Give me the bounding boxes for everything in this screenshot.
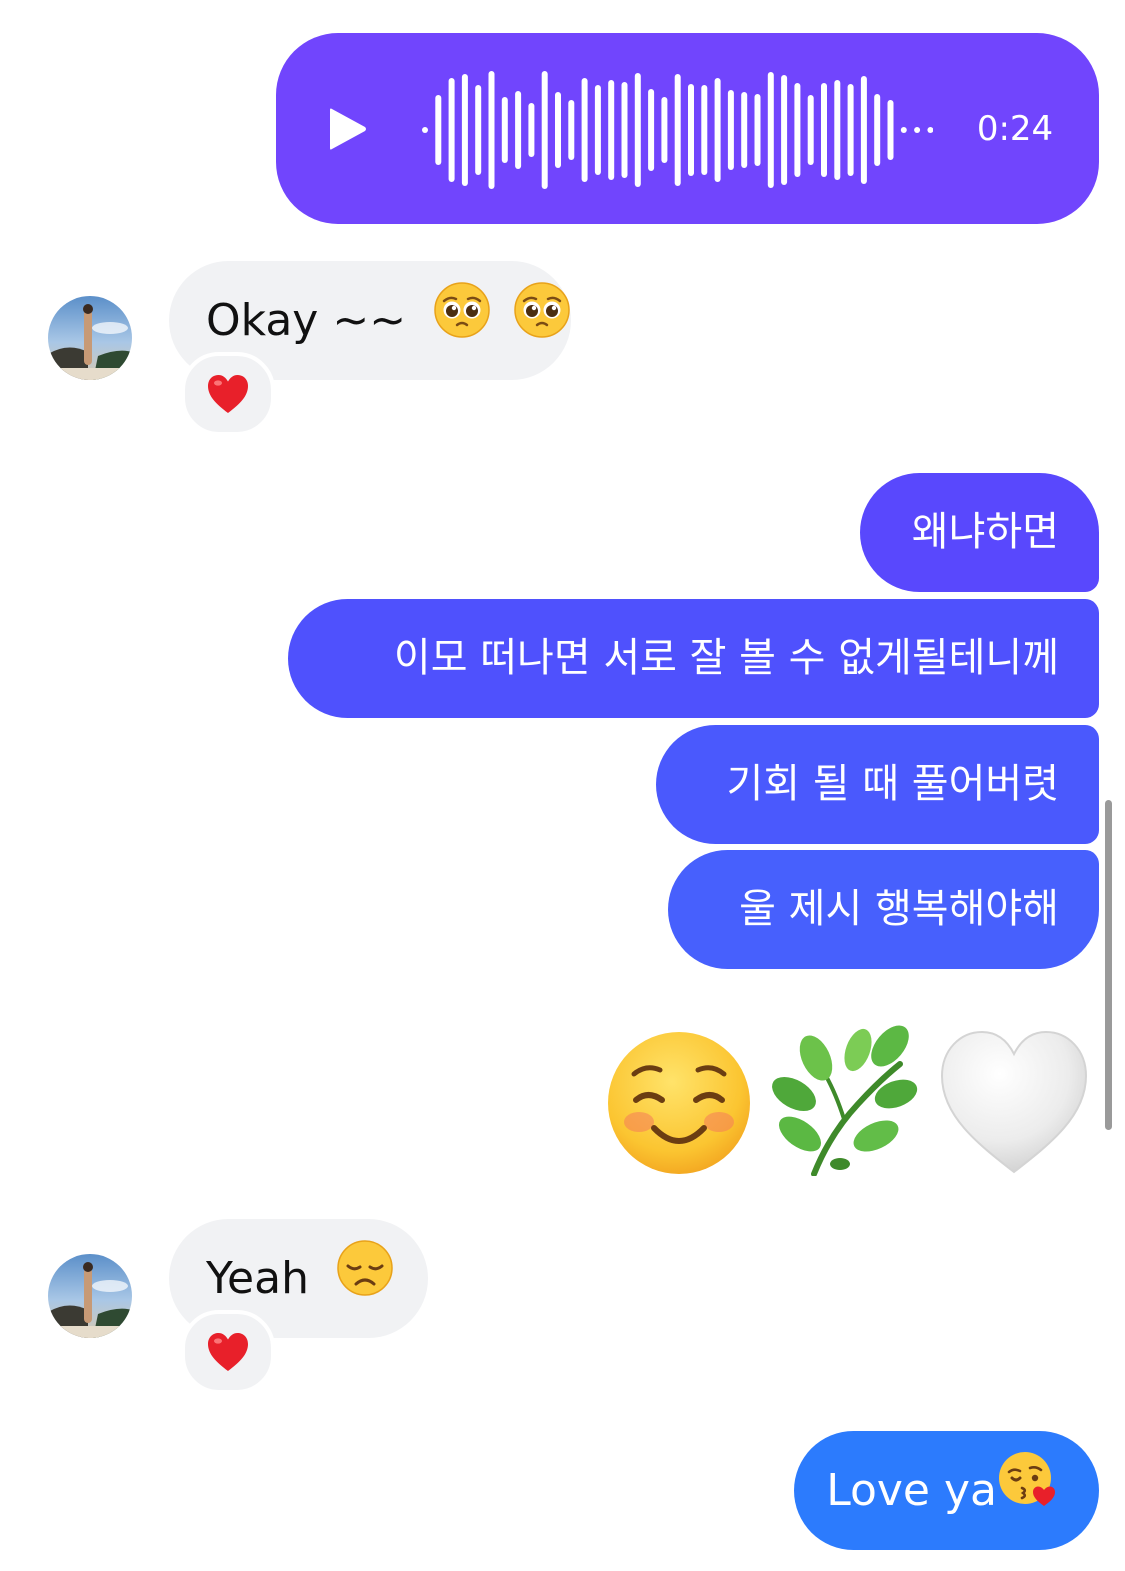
waveform-bar (461, 74, 468, 186)
white-heart-icon[interactable] (938, 1028, 1090, 1176)
waveform-bar (754, 94, 761, 166)
waveform-bar (794, 83, 801, 177)
waveform-bar (688, 84, 694, 176)
message-bubble-outgoing[interactable]: 울 제시 행복해야해 (668, 850, 1099, 969)
message-bubble-outgoing[interactable]: 이모 떠나면 서로 잘 볼 수 없게될테니께 (288, 599, 1099, 718)
waveform-bar (581, 78, 588, 182)
waveform-bar (422, 127, 428, 133)
message-bubble-outgoing[interactable]: 왜냐하면 (860, 473, 1099, 592)
pleading-face-icon (514, 264, 570, 383)
waveform-bar (887, 100, 894, 160)
waveform-bar (767, 72, 774, 188)
message-text: Okay ~~ (206, 295, 407, 346)
waveform-bar (541, 71, 548, 189)
waveform-bar (594, 85, 601, 175)
waveform-bar (900, 127, 907, 133)
reaction-badge[interactable] (181, 1310, 275, 1394)
message-text: 울 제시 행복해야해 (739, 886, 1059, 932)
avatar-photo (48, 1254, 132, 1338)
face-blowing-kiss-icon (997, 1434, 1055, 1553)
scrollbar[interactable] (1105, 800, 1112, 1130)
waveform-bar (515, 91, 522, 169)
avatar[interactable] (48, 1254, 132, 1338)
voice-duration: 0:24 (976, 109, 1054, 149)
waveform-bar (860, 76, 867, 184)
waveform-bar (701, 85, 708, 175)
waveform-bar (568, 100, 575, 160)
message-text: 기회 될 때 풀어버렷 (726, 761, 1059, 807)
waveform-bar (555, 92, 561, 168)
smiling-face-icon[interactable] (606, 1030, 752, 1176)
reaction-badge[interactable] (181, 352, 275, 436)
waveform-bar (488, 71, 495, 189)
message-text: 이모 떠나면 서로 잘 볼 수 없게될테니께 (393, 635, 1059, 681)
waveform-bar (874, 94, 881, 166)
waveform-bar (834, 80, 841, 180)
red-heart-icon (208, 1333, 248, 1371)
waveform-bar (714, 78, 721, 182)
waveform-bar (648, 89, 655, 171)
play-icon[interactable] (328, 106, 368, 152)
waveform-bar (475, 85, 482, 175)
message-text: Yeah (206, 1253, 309, 1304)
waveform-bar (847, 84, 854, 176)
message-bubble-outgoing[interactable]: 기회 될 때 풀어버렷 (656, 725, 1099, 844)
waveform-bar (448, 78, 455, 182)
message-text: Love ya (826, 1465, 997, 1516)
avatar[interactable] (48, 296, 132, 380)
waveform-bar (608, 80, 615, 180)
waveform-bar (501, 97, 508, 163)
waveform-bar (727, 90, 734, 170)
herb-icon[interactable] (772, 1024, 920, 1177)
audio-waveform (422, 71, 933, 189)
waveform-bar (914, 127, 921, 133)
disappointed-face-icon (337, 1222, 393, 1341)
red-heart-icon (208, 375, 248, 413)
message-text: 왜냐하면 (911, 509, 1059, 555)
waveform-bar (821, 83, 827, 177)
waveform-bar (621, 82, 628, 178)
waveform-bar (435, 95, 442, 165)
waveform-bar (927, 127, 933, 133)
waveform-bar (781, 75, 788, 185)
pleading-face-icon (434, 264, 490, 383)
waveform-bar (807, 95, 814, 165)
message-bubble-outgoing[interactable]: Love ya (794, 1431, 1099, 1550)
avatar-photo (48, 296, 132, 380)
waveform-bar (741, 92, 748, 168)
waveform-bar (661, 97, 668, 163)
waveform-bar (528, 103, 535, 157)
waveform-bar (674, 74, 681, 186)
waveform-bar (634, 73, 641, 187)
